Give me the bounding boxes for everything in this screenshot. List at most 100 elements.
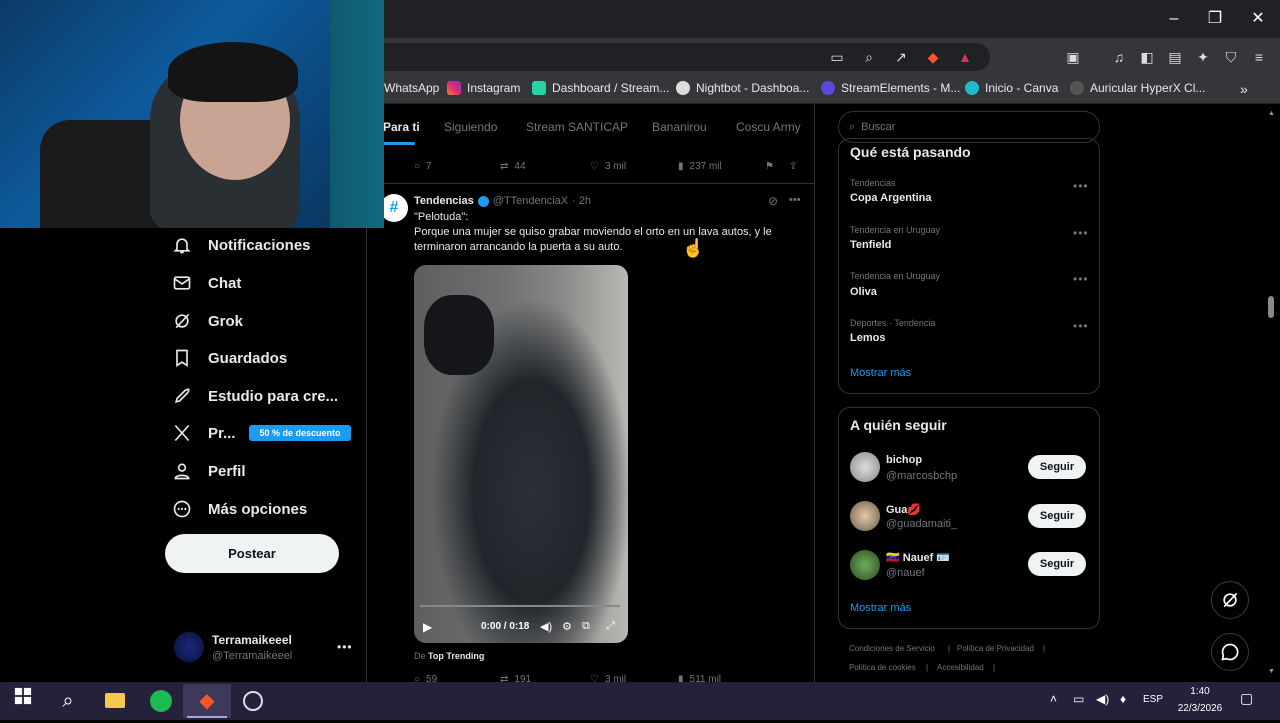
footer-link-privacy[interactable]: Política de Privacidad (957, 644, 1034, 653)
clock-date[interactable]: 22/3/2026 (1170, 703, 1230, 714)
notifications-tray-icon[interactable]: ▢ (1240, 690, 1253, 707)
obs-icon[interactable] (238, 686, 268, 716)
trend-name[interactable]: Copa Argentina (850, 192, 932, 204)
file-explorer-icon[interactable] (100, 686, 130, 716)
show-more-trends-link[interactable]: Mostrar más (850, 367, 911, 379)
tab-coscu-army[interactable]: Coscu Army (736, 120, 801, 134)
show-more-follow-link[interactable]: Mostrar más (850, 602, 911, 614)
follow-handle[interactable]: @guadamaiti_ (886, 518, 957, 530)
volume-tray-icon[interactable]: ◀) (1096, 692, 1109, 706)
tab-stream-santicap[interactable]: Stream SANTICAP (526, 120, 628, 134)
sidebar-item-premium[interactable]: Pr... (172, 423, 236, 443)
tab-following[interactable]: Siguiendo (444, 120, 497, 134)
follow-name[interactable]: bichop (886, 454, 922, 466)
trend-more-icon[interactable]: ••• (1073, 272, 1089, 286)
discount-badge[interactable]: 50 % de descuento (249, 425, 351, 441)
brave-rewards-icon[interactable]: ▲ (954, 46, 976, 68)
trend-name[interactable]: Lemos (850, 332, 885, 344)
bookmark-whatsapp[interactable]: WhatsApp (384, 81, 439, 95)
bookmark-hyperx[interactable]: Auricular HyperX Cl... (1070, 81, 1205, 95)
brave-shield-icon[interactable]: ◆ (922, 46, 944, 68)
sidebar-icon[interactable]: ◧ (1136, 46, 1158, 68)
follow-name[interactable]: 🇻🇪 Nauef 🪪 (886, 551, 950, 564)
sidebar-item-bookmarks[interactable]: Guardados (172, 348, 287, 368)
grok-float-button[interactable] (1211, 581, 1249, 619)
leo-ai-icon[interactable]: ✦ (1192, 46, 1214, 68)
settings-icon[interactable]: ⚙ (562, 620, 572, 633)
post-button[interactable]: Postear (165, 534, 339, 573)
avatar[interactable] (850, 550, 880, 580)
source-link[interactable]: Top Trending (428, 651, 484, 661)
vpn-icon[interactable]: ⛉ (1220, 46, 1242, 68)
trend-more-icon[interactable]: ••• (1073, 226, 1089, 240)
footer-link-accessibility[interactable]: Accesibilidad (937, 663, 984, 672)
volume-icon[interactable]: ◀) (540, 620, 552, 633)
zoom-icon[interactable]: ⌕ (858, 46, 880, 68)
views-action[interactable]: ▮ 237 mil (678, 161, 722, 172)
footer-link-terms[interactable]: Condiciones de Servicio (849, 644, 935, 653)
trend-more-icon[interactable]: ••• (1073, 179, 1089, 193)
menu-icon[interactable]: ≡ (1248, 46, 1270, 68)
fullscreen-icon[interactable]: ⤢ (606, 620, 615, 633)
account-more-icon[interactable]: ••• (337, 640, 353, 654)
share-icon[interactable]: ↗ (890, 46, 912, 68)
trend-name[interactable]: Oliva (850, 286, 877, 298)
avatar[interactable] (174, 632, 204, 662)
like-action[interactable]: ♡ 3 mil (590, 161, 626, 172)
tweet-handle[interactable]: @TTendenciaX (493, 195, 568, 207)
trend-more-icon[interactable]: ••• (1073, 319, 1089, 333)
clock-time[interactable]: 1:40 (1175, 686, 1225, 697)
bookmark-tweet-icon[interactable]: ⚑ (765, 161, 774, 172)
tweet-video[interactable]: ▶ 0:00 / 0:18 ◀) ⚙ ⧉ ⤢ (414, 265, 628, 643)
search-icon[interactable]: ⌕ (53, 686, 83, 716)
more-bookmarks-icon[interactable]: » (1240, 81, 1248, 97)
tweet-time[interactable]: · 2h (572, 195, 591, 207)
share-tweet-icon[interactable]: ⇪ (789, 161, 797, 172)
search-input[interactable]: Buscar (861, 121, 895, 133)
scroll-up-icon[interactable]: ▲ (1268, 110, 1275, 117)
play-icon[interactable]: ▶ (423, 620, 432, 634)
tray-expand-icon[interactable]: ˄ (1050, 692, 1057, 706)
grok-explain-icon[interactable]: ⊘ (768, 194, 778, 208)
retweet-action[interactable]: ⇄ 44 (500, 161, 526, 172)
reader-mode-icon[interactable]: ▣ (1062, 46, 1084, 68)
pip-icon[interactable]: ⧉ (582, 620, 590, 633)
sidebar-item-profile[interactable]: Perfil (172, 461, 246, 481)
tweet-author[interactable]: Tendencias (414, 195, 474, 207)
tweet-avatar[interactable]: # (380, 194, 408, 222)
microphone-icon[interactable]: ♦ (1120, 692, 1126, 706)
follow-button[interactable]: Seguir (1028, 504, 1086, 528)
scroll-down-icon[interactable]: ▼ (1268, 668, 1275, 675)
follow-handle[interactable]: @nauef (886, 567, 925, 579)
sidebar-item-more[interactable]: Más opciones (172, 499, 307, 519)
follow-handle[interactable]: @marcosbchp (886, 470, 957, 482)
wallet-icon[interactable]: ▤ (1164, 46, 1186, 68)
brave-browser-icon[interactable]: ◆ (192, 686, 222, 716)
follow-name[interactable]: Gua💋 (886, 503, 921, 516)
reply-action[interactable]: ○ 7 (414, 161, 432, 172)
messages-float-button[interactable] (1211, 633, 1249, 671)
follow-button[interactable]: Seguir (1028, 552, 1086, 576)
tweet-more-icon[interactable]: ••• (789, 194, 801, 206)
sidebar-item-grok[interactable]: Grok (172, 311, 243, 331)
sidebar-item-creator-studio[interactable]: Estudio para cre... (172, 386, 338, 406)
sidebar-item-notifications[interactable]: Notificaciones (172, 235, 311, 255)
video-progress-track[interactable] (420, 605, 620, 607)
spotify-icon[interactable] (146, 686, 176, 716)
bookmark-streamdashboard[interactable]: Dashboard / Stream... (532, 81, 669, 95)
tab-bananirou[interactable]: Bananirou (652, 120, 707, 134)
bookmark-streamelements[interactable]: StreamElements - M... (821, 81, 960, 95)
trend-name[interactable]: Tenfield (850, 239, 891, 251)
cast-icon[interactable]: ▭ (826, 46, 848, 68)
close-icon[interactable]: ✕ (1247, 8, 1269, 30)
network-icon[interactable]: ▭ (1073, 692, 1084, 706)
sidebar-item-chat[interactable]: Chat (172, 273, 241, 293)
follow-button[interactable]: Seguir (1028, 455, 1086, 479)
language-indicator[interactable]: ESP (1143, 694, 1163, 705)
bookmark-nightbot[interactable]: Nightbot - Dashboa... (676, 81, 809, 95)
minimize-icon[interactable]: – (1163, 8, 1185, 30)
bookmark-instagram[interactable]: Instagram (447, 81, 520, 95)
page-scrollbar-thumb[interactable] (1268, 296, 1274, 318)
media-icon[interactable]: ♫ (1108, 46, 1130, 68)
restore-icon[interactable]: ❐ (1204, 8, 1226, 30)
